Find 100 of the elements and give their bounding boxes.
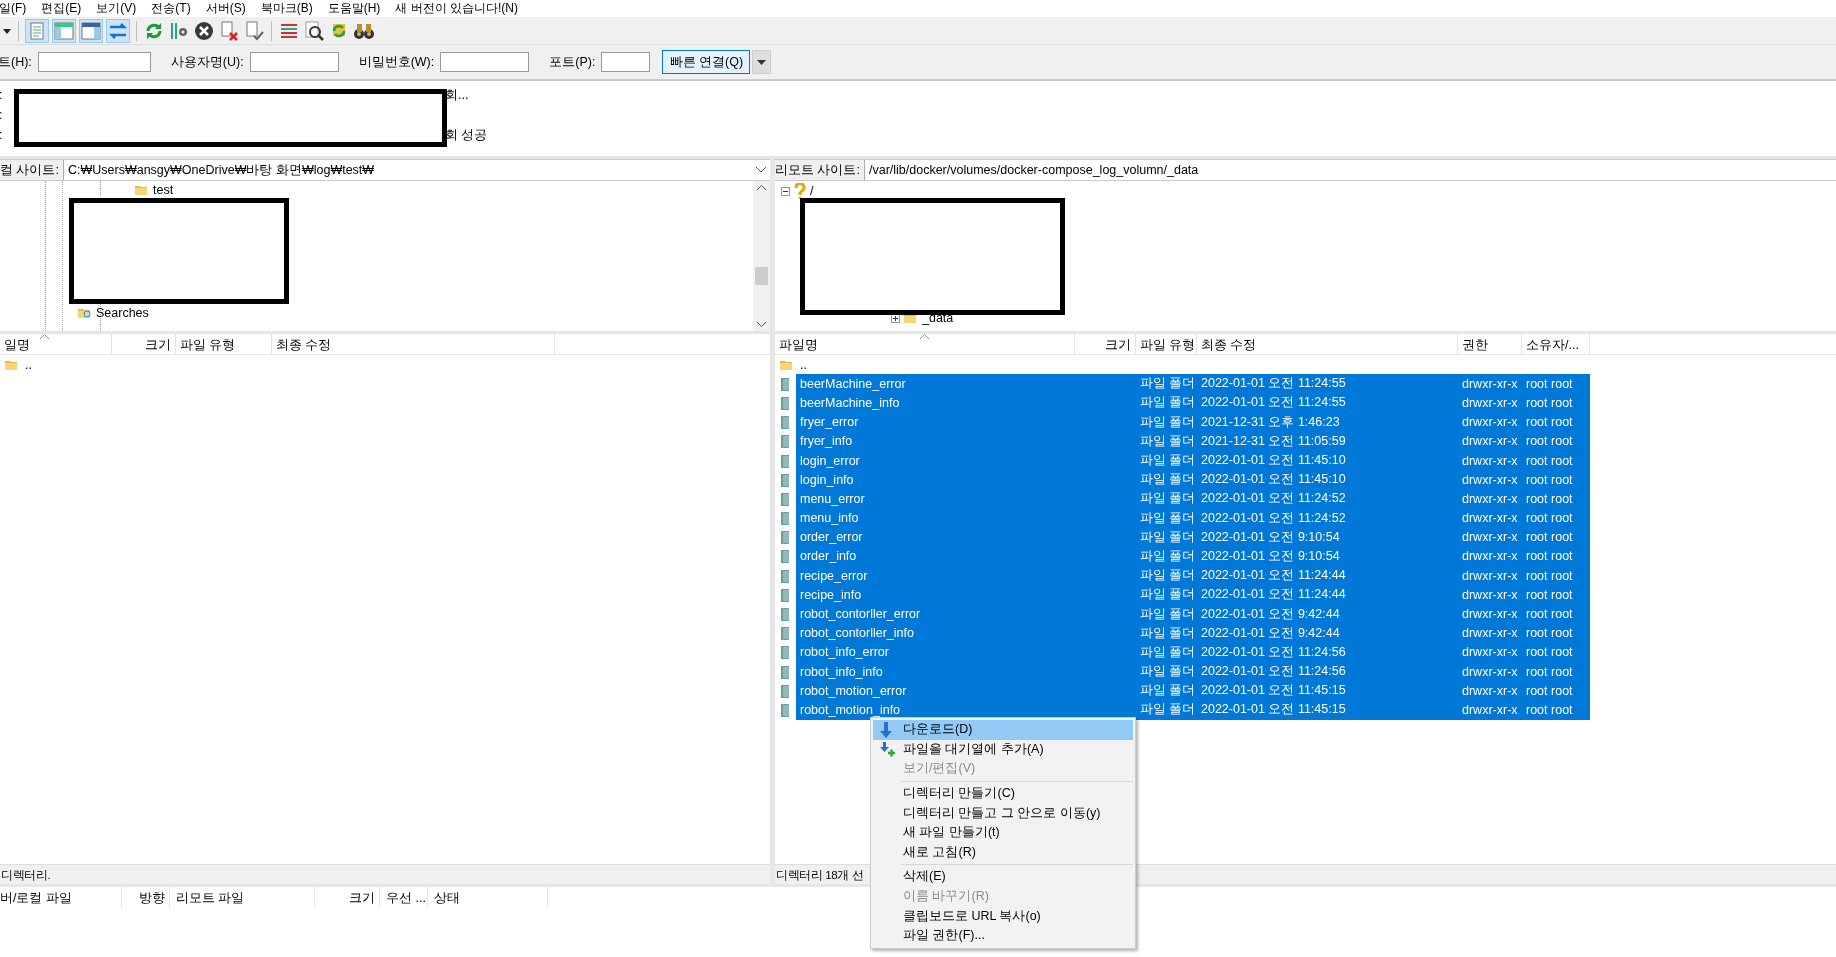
file-name[interactable]: beerMachine_error <box>800 376 906 391</box>
input-field[interactable] <box>440 52 530 72</box>
menu-item[interactable]: 새 버전이 있습니다!(N) <box>395 0 523 17</box>
table-cell: 파일 폴더 <box>1140 644 1196 659</box>
file-name[interactable]: menu_error <box>800 491 865 506</box>
menu-item[interactable]: 파일을 대기열에 추가(A) <box>873 739 1133 760</box>
field-label: 포트(P): <box>549 53 596 71</box>
table-cell: root root <box>1526 530 1573 545</box>
file-name[interactable]: .. <box>25 357 32 372</box>
column-header[interactable]: 최종 수정 <box>1197 334 1458 354</box>
file-name[interactable]: fryer_error <box>800 415 859 430</box>
collapse-icon[interactable] <box>781 186 790 196</box>
menu-item[interactable]: 도움말(H) <box>327 0 386 17</box>
window-icon[interactable] <box>79 18 103 43</box>
dropdown-button[interactable] <box>752 50 772 74</box>
column-header[interactable]: 방향 <box>122 887 170 908</box>
chevron-down-icon[interactable] <box>756 167 766 173</box>
column-header[interactable]: 크기 <box>315 887 380 908</box>
tree-item[interactable]: _data <box>922 311 954 325</box>
menu-item[interactable]: 클립보드로 URL 복사(o) <box>873 906 1133 926</box>
disconnect-icon[interactable] <box>218 19 240 42</box>
search-icon[interactable] <box>303 19 325 42</box>
file-name[interactable]: robot_contorller_info <box>800 626 914 641</box>
search-folder-icon <box>78 306 92 320</box>
file-name[interactable]: recipe_error <box>800 568 868 583</box>
table-cell: drwxr-xr-x <box>1462 568 1518 583</box>
menu-item[interactable]: 다운로드(D) <box>873 720 1133 740</box>
column-header[interactable]: 권한 <box>1458 334 1522 354</box>
file-name[interactable]: robot_info_info <box>800 664 883 679</box>
file-name[interactable]: fryer_info <box>800 434 853 449</box>
scrollbar-thumb[interactable] <box>755 267 768 285</box>
column-header[interactable]: 리모트 파일 <box>170 887 315 908</box>
scroll-down-icon[interactable] <box>757 322 766 327</box>
file-name[interactable]: robot_contorller_error <box>800 607 921 622</box>
table-cell: 파일 폴더 <box>1140 510 1196 525</box>
column-header[interactable]: 파일 유형 <box>176 334 272 354</box>
menu-item[interactable]: 서버(S) <box>205 0 251 17</box>
table-cell: 2022-01-01 오전 11:24:56 <box>1201 644 1346 659</box>
column-header[interactable]: 파일명 <box>775 334 1075 354</box>
file-name[interactable]: order_info <box>800 549 857 564</box>
file-name[interactable]: login_info <box>800 472 854 487</box>
table-cell: 파일 폴더 <box>1140 414 1196 429</box>
tree-item[interactable]: / <box>810 184 814 198</box>
input-field[interactable] <box>601 52 651 72</box>
question-icon <box>794 183 806 199</box>
scroll-up-icon[interactable] <box>757 185 766 190</box>
table-cell: 2022-01-01 오전 9:42:44 <box>1201 606 1340 621</box>
table-cell: 2021-12-31 오전 11:05:59 <box>1201 433 1346 448</box>
table-cell: drwxr-xr-x <box>1462 491 1518 506</box>
table-cell: 2022-01-01 오전 11:24:55 <box>1201 376 1346 391</box>
file-name[interactable]: login_error <box>800 453 860 468</box>
site-label: 리모트 사이트: <box>775 160 865 180</box>
file-name[interactable]: robot_info_error <box>800 645 889 660</box>
input-field[interactable] <box>249 52 339 72</box>
column-header[interactable]: 크기 <box>112 334 176 354</box>
menu-item[interactable]: 새 파일 만들기(t) <box>873 822 1133 843</box>
menu-item[interactable]: 디렉터리 만들기(C) <box>873 783 1133 804</box>
tree-item[interactable]: Searches <box>96 306 149 320</box>
table-cell: 파일 폴더 <box>1140 529 1196 544</box>
file-name[interactable]: order_error <box>800 530 863 545</box>
log-message: 회... <box>445 86 469 104</box>
file-name[interactable]: robot_motion_error <box>800 683 907 698</box>
table-cell: 파일 폴더 <box>1140 395 1196 410</box>
column-header[interactable]: 버/로컬 파일 <box>0 887 122 908</box>
menu-item[interactable]: 전송(T) <box>151 0 196 17</box>
folder-icon <box>135 183 149 197</box>
column-header[interactable]: 우선 ... <box>380 887 428 908</box>
file-name[interactable]: robot_motion_info <box>800 702 901 717</box>
menu-item[interactable]: 새로 고침(R) <box>873 842 1133 863</box>
column-header[interactable]: 최종 수정 <box>272 334 555 354</box>
input-field[interactable] <box>37 52 151 72</box>
path-field[interactable]: C:₩Users₩ansgy₩OneDrive₩바탕 화면₩log₩test₩ <box>63 160 770 180</box>
transfer-arrows-icon[interactable] <box>106 18 130 43</box>
field-label: 사용자명(U): <box>170 53 244 71</box>
menu-item[interactable]: 북마크(B) <box>260 0 318 17</box>
path-text: C:₩Users₩ansgy₩OneDrive₩바탕 화면₩log₩test₩ <box>67 161 375 179</box>
column-header[interactable]: 상태 <box>428 887 548 908</box>
column-header[interactable]: 소유자/... <box>1522 334 1590 354</box>
path-field[interactable]: /var/lib/docker/volumes/docker-compose_log_volumn/_data <box>864 160 1836 180</box>
menu-item[interactable]: 디렉터리 만들고 그 안으로 이동(y) <box>873 803 1133 823</box>
menu-item[interactable]: 보기(V) <box>96 0 142 17</box>
menu-item[interactable]: 편집(E) <box>41 0 87 17</box>
tree-item[interactable]: test <box>153 183 174 197</box>
reconnect-icon[interactable] <box>243 19 265 42</box>
quickconnect-button[interactable]: 빠른 연결(Q) <box>662 50 751 74</box>
table-cell: 파일 폴더 <box>1140 376 1196 391</box>
column-header[interactable]: 크기 <box>1075 334 1136 354</box>
column-header[interactable]: 파일 유형 <box>1136 334 1197 354</box>
table-cell: drwxr-xr-x <box>1462 549 1518 564</box>
table-cell: 2022-01-01 오전 11:24:52 <box>1201 510 1346 525</box>
file-name[interactable]: .. <box>800 357 807 372</box>
menu-item[interactable]: 파일 권한(F)... <box>873 925 1133 946</box>
table-cell: drwxr-xr-x <box>1462 607 1518 622</box>
menu-item[interactable]: 삭제(E) <box>873 867 1133 887</box>
file-name[interactable]: recipe_info <box>800 587 862 602</box>
file-name[interactable]: beerMachine_info <box>800 395 900 410</box>
menu-item[interactable]: 일(F) <box>0 0 32 17</box>
file-name[interactable]: menu_info <box>800 511 859 526</box>
column-header[interactable]: 일명 <box>0 334 112 354</box>
cancel-icon[interactable] <box>193 19 215 42</box>
